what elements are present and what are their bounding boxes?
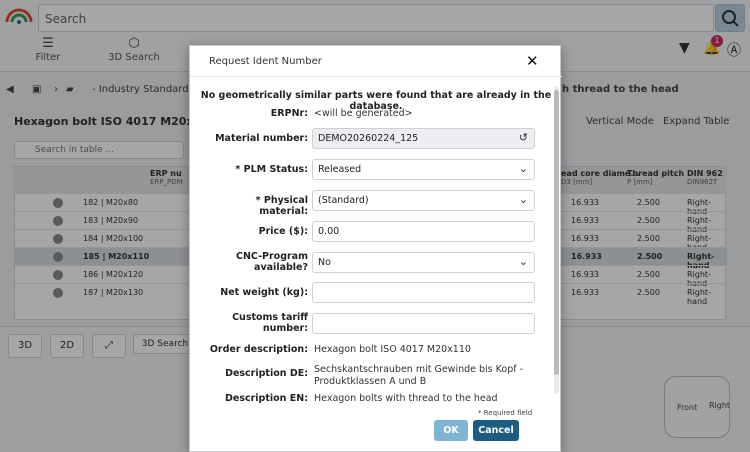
order-description-value: Hexagon bolt ISO 4017 M20x110 [314, 344, 471, 355]
chevron-down-icon: ⌄ [518, 162, 528, 175]
description-de-value: Sechskantschrauben mit Gewinde bis Kopf … [314, 364, 524, 387]
physical-material-select[interactable]: (Standard) ⌄ [312, 190, 535, 211]
dialog-scrollbar[interactable] [554, 86, 559, 394]
plm-status-select[interactable]: Released ⌄ [312, 159, 535, 180]
price-input[interactable]: 0.00 [312, 221, 535, 242]
cancel-button[interactable]: Cancel [473, 420, 519, 441]
reset-icon[interactable]: ↺ [519, 131, 528, 144]
required-note: * Required field [478, 409, 533, 417]
description-en-value: Hexagon bolts with thread to the head [314, 393, 498, 404]
close-icon[interactable]: ✕ [526, 52, 539, 70]
dialog-title: Request Ident Number [209, 56, 322, 67]
ok-button[interactable]: OK [434, 420, 468, 441]
chevron-down-icon: ⌄ [518, 255, 528, 268]
net-weight-input[interactable] [312, 282, 535, 303]
cnc-program-select[interactable]: No ⌄ [312, 252, 535, 273]
customs-tariff-input[interactable] [312, 313, 535, 334]
chevron-down-icon: ⌄ [518, 193, 528, 206]
material-number-input[interactable]: DEMO20260224_125 ↺ [312, 128, 535, 149]
request-ident-dialog: Request Ident Number ✕ No geometrically … [189, 45, 562, 452]
erp-value: <will be generated> [314, 108, 413, 119]
dialog-divider [190, 76, 562, 77]
